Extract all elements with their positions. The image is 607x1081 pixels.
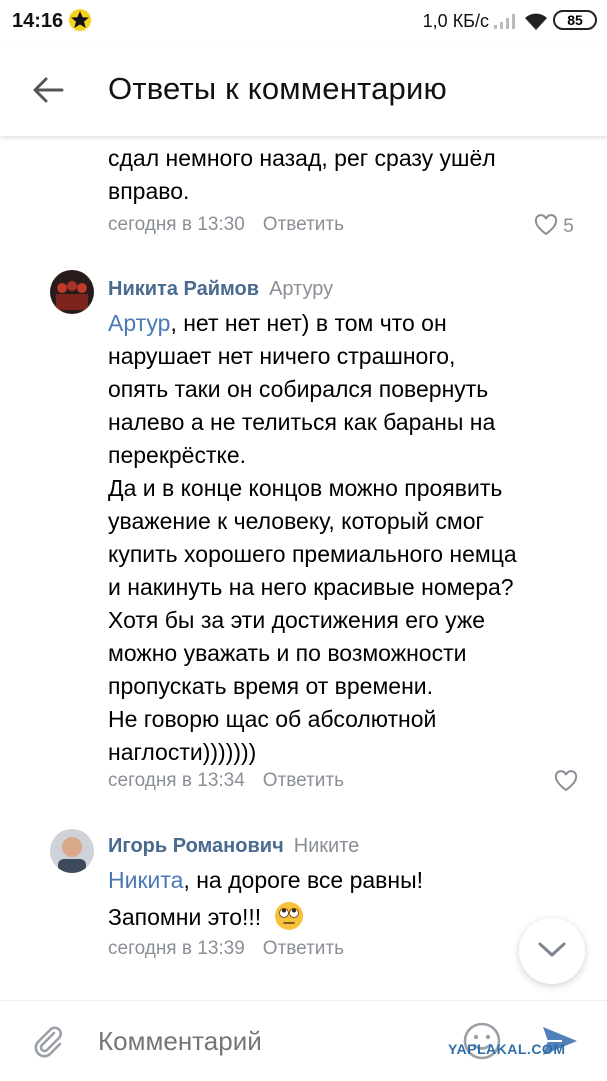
comment-time: сегодня в 13:30	[108, 214, 245, 235]
like-count: 5	[563, 216, 574, 237]
comment-time: сегодня в 13:39	[108, 938, 245, 959]
scroll-down-button[interactable]	[519, 918, 585, 984]
comment-time: сегодня в 13:34	[108, 770, 245, 791]
author-name[interactable]: Никита Раймов	[108, 278, 259, 300]
back-arrow-icon[interactable]	[30, 72, 66, 108]
comment-line: налево а не телиться как бараны на	[108, 409, 496, 435]
avatar[interactable]	[50, 270, 94, 314]
avatar-image	[50, 270, 94, 314]
comment-line: можно уважать и по возможности	[108, 640, 467, 666]
reply-to[interactable]: Никите	[294, 835, 360, 857]
mention-link[interactable]: Никита	[108, 867, 183, 893]
comment-meta: сегодня в 13:34 Ответить	[108, 770, 344, 792]
comment-line: купить хорошего премиального немца	[108, 541, 517, 567]
page-title: Ответы к комментарию	[108, 71, 447, 106]
avatar-image	[50, 829, 94, 873]
comment-line: Запомни это!!!	[108, 901, 423, 934]
status-time: 14:16	[12, 10, 64, 32]
chevron-down-icon	[538, 942, 566, 957]
comment-line: сдал немного назад, рег сразу ушёл	[108, 145, 496, 171]
battery-indicator: 85	[553, 10, 597, 30]
paperclip-icon[interactable]	[30, 1023, 66, 1059]
comment-line: опять таки он собирался повернуть	[108, 376, 489, 402]
wifi-icon	[525, 13, 547, 30]
comment-line: перекрёстке.	[108, 442, 247, 468]
eye-roll-emoji-icon	[274, 902, 303, 930]
comment-header: Никита Раймов Артуру	[108, 278, 333, 301]
comments-list: сдал немного назад, рег сразу ушёл вправ…	[0, 136, 607, 1000]
comment-line: нарушает нет ничего страшного,	[108, 343, 456, 369]
comment-line: Не говорю щас об абсолютной	[108, 706, 437, 732]
comment-meta: сегодня в 13:39 Ответить	[108, 938, 344, 960]
comment-header: Игорь Романович Никите	[108, 835, 359, 858]
like-button[interactable]: 5	[534, 214, 574, 238]
status-bar: 14:16 1,0 КБ/с 85	[0, 0, 607, 44]
heart-icon	[554, 770, 578, 792]
watermark: YAPLAKAL.COM	[448, 1041, 566, 1057]
network-speed: 1,0 КБ/с	[422, 11, 489, 31]
comment-line: уважение к человеку, который смог	[108, 508, 484, 534]
comment-line: Хотя бы за эти достижения его уже	[108, 607, 486, 633]
reply-button[interactable]: Ответить	[263, 938, 344, 959]
reply-button[interactable]: Ответить	[263, 770, 344, 791]
comment-line-text: Запомни это!!!	[108, 904, 262, 930]
avatar[interactable]	[50, 829, 94, 873]
reply-button[interactable]: Ответить	[263, 214, 344, 235]
comment-line-rest: , на дороге все равны!	[183, 867, 424, 893]
comment-line: Никита, на дороге все равны!	[108, 864, 423, 897]
comment-line: наглости)))))))	[108, 739, 257, 765]
heart-icon	[534, 214, 558, 236]
comment-text: Артур, нет нет нет) в том что он нарушае…	[108, 307, 517, 769]
comment-line-rest: , нет нет нет) в том что он	[170, 310, 447, 336]
comment-text: Никита, на дороге все равны! Запомни это…	[108, 864, 423, 934]
comment-line: пропускать время от времени.	[108, 673, 434, 699]
comment-input[interactable]	[96, 1025, 420, 1058]
reply-to[interactable]: Артуру	[269, 278, 333, 300]
comment-text: сдал немного назад, рег сразу ушёл вправ…	[108, 142, 496, 208]
comment-line: Артур, нет нет нет) в том что он	[108, 307, 517, 340]
comment-line: и накинуть на него красивые номера?	[108, 574, 514, 600]
signal-icon	[494, 14, 515, 29]
comment-meta: сегодня в 13:30 Ответить	[108, 214, 344, 236]
comment-line: Да и в конце концов можно проявить	[108, 475, 503, 501]
author-name[interactable]: Игорь Романович	[108, 835, 284, 857]
notification-star-icon	[69, 9, 91, 31]
comment-line: вправо.	[108, 178, 190, 204]
app-header: Ответы к комментарию	[0, 44, 607, 136]
mention-link[interactable]: Артур	[108, 310, 170, 336]
like-button[interactable]	[554, 770, 578, 794]
